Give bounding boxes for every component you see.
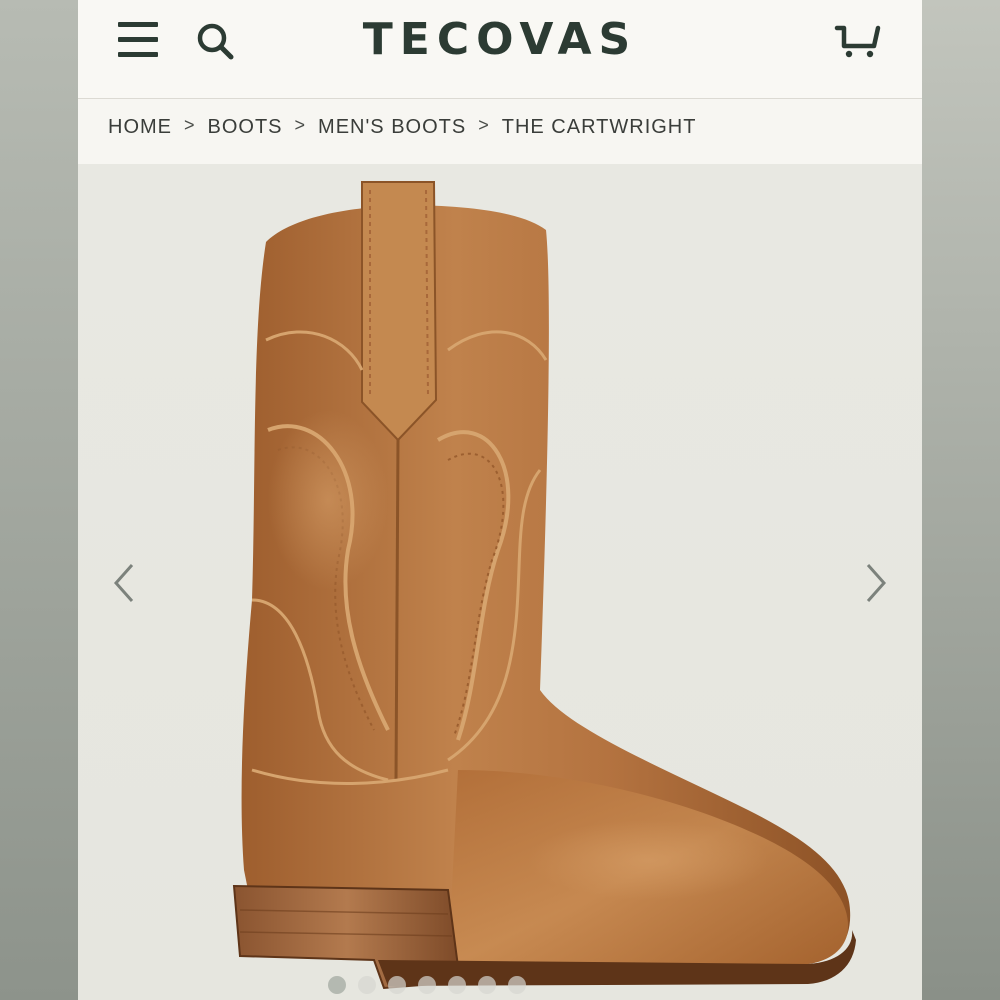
breadcrumb-separator: > [294, 114, 307, 135]
gallery-next-button[interactable] [860, 561, 890, 605]
breadcrumb-current[interactable]: THE CARTWRIGHT [502, 116, 697, 139]
breadcrumb-home[interactable]: HOME [108, 116, 172, 139]
site-header: TECOVAS [78, 0, 922, 99]
pagination-dot[interactable] [388, 976, 406, 994]
breadcrumb-separator: > [478, 114, 490, 135]
left-backdrop [0, 0, 78, 1000]
product-image-gallery[interactable] [78, 164, 922, 1000]
breadcrumb-separator: > [184, 114, 196, 135]
cart-button[interactable] [834, 20, 882, 62]
gallery-pagination [328, 976, 526, 994]
pagination-dot[interactable] [328, 976, 346, 994]
pagination-dot[interactable] [478, 976, 496, 994]
chevron-left-icon [113, 564, 134, 602]
pagination-dot[interactable] [418, 976, 436, 994]
product-image [232, 181, 856, 990]
mobile-page: TECOVAS HOME > BOOTS > MEN'S BOOTS > THE… [78, 0, 922, 1000]
right-backdrop [922, 0, 1000, 1000]
chevron-right-icon [866, 564, 887, 602]
cart-icon [834, 25, 881, 58]
pagination-dot[interactable] [358, 976, 376, 994]
pagination-dot[interactable] [508, 976, 526, 994]
breadcrumb-boots[interactable]: BOOTS [208, 116, 283, 139]
breadcrumb-mens-boots[interactable]: MEN'S BOOTS [318, 116, 466, 139]
pagination-dot[interactable] [448, 976, 466, 994]
gallery-prev-button[interactable] [110, 561, 140, 605]
breadcrumb: HOME > BOOTS > MEN'S BOOTS > THE CARTWRI… [108, 113, 696, 141]
brand-logo[interactable]: TECOVAS [78, 14, 922, 66]
